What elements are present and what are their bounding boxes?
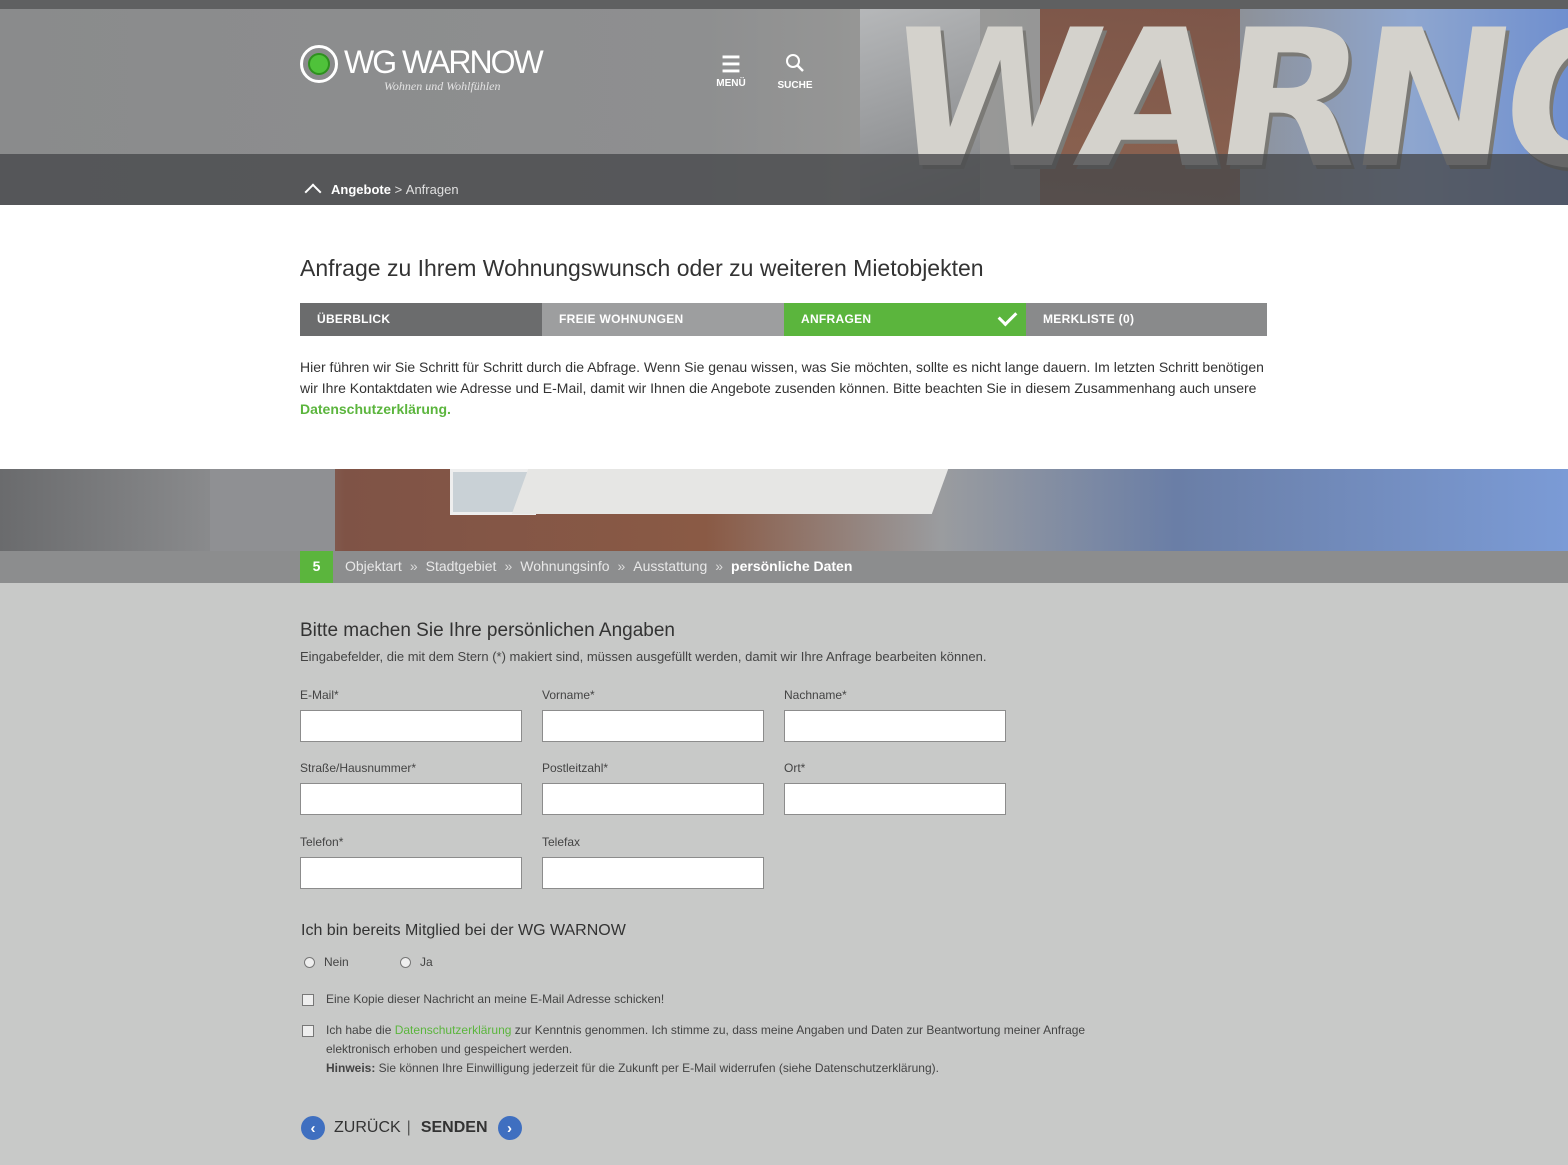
step-wohnungsinfo[interactable]: Wohnungsinfo bbox=[520, 558, 609, 574]
breadcrumb-current: Anfragen bbox=[405, 181, 459, 197]
privacy-link-inline[interactable]: Datenschutzerklärung bbox=[395, 1023, 512, 1037]
tab-label: ANFRAGEN bbox=[801, 312, 872, 326]
logo-icon bbox=[300, 45, 338, 83]
nachname-label: Nachname* bbox=[784, 688, 847, 702]
radio-label: Ja bbox=[420, 955, 433, 969]
tab-bar: ÜBERBLICK FREIE WOHNUNGEN ANFRAGEN MERKL… bbox=[300, 303, 1267, 336]
ort-field[interactable] bbox=[784, 783, 1006, 815]
page-title: Anfrage zu Ihrem Wohnungswunsch oder zu … bbox=[300, 255, 984, 281]
tab-anfragen[interactable]: ANFRAGEN bbox=[784, 303, 1026, 336]
email-field[interactable] bbox=[300, 710, 522, 742]
privacy-checkbox-label: Ich habe die Datenschutzerklärung zur Ke… bbox=[326, 1023, 1086, 1075]
hamburger-icon: ☰ bbox=[721, 52, 741, 77]
privacy-checkbox[interactable] bbox=[302, 1025, 314, 1037]
nachname-field[interactable] bbox=[784, 710, 1006, 742]
email-label: E-Mail* bbox=[300, 688, 339, 702]
header-hero: WARNO bbox=[0, 9, 1568, 205]
send-button[interactable]: SENDEN bbox=[421, 1119, 488, 1137]
logo[interactable]: WG WARNOW Wohnen und Wohlfühlen bbox=[300, 44, 544, 94]
copy-checkbox-label: Eine Kopie dieser Nachricht an meine E-M… bbox=[326, 992, 665, 1006]
plz-field[interactable] bbox=[542, 783, 764, 815]
hint-label: Hinweis: bbox=[326, 1061, 376, 1075]
building-image-band bbox=[0, 469, 1568, 551]
chevron-left-icon[interactable]: ‹ bbox=[301, 1116, 325, 1140]
form-subtitle: Eingabefelder, die mit dem Stern (*) mak… bbox=[300, 649, 987, 664]
plz-label: Postleitzahl* bbox=[542, 761, 609, 775]
copy-checkbox[interactable] bbox=[302, 994, 314, 1006]
radio-nein[interactable]: Nein bbox=[304, 955, 349, 969]
breadcrumb-parent[interactable]: Angebote bbox=[331, 182, 391, 197]
radio-button[interactable] bbox=[400, 956, 411, 968]
search-label: SUCHE bbox=[777, 80, 813, 91]
chevron-up-icon[interactable] bbox=[304, 183, 322, 201]
menu-label: MENÜ bbox=[716, 78, 746, 89]
vorname-field[interactable] bbox=[542, 710, 764, 742]
telefon-field[interactable] bbox=[300, 857, 522, 889]
action-divider: | bbox=[406, 1119, 411, 1136]
copy-checkbox-row[interactable]: Eine Kopie dieser Nachricht an meine E-M… bbox=[302, 990, 664, 1009]
intro-text: Hier führen wir Sie Schritt für Schritt … bbox=[300, 359, 1264, 417]
telefax-label: Telefax bbox=[542, 835, 581, 849]
tab-label: MERKLISTE (0) bbox=[1043, 312, 1135, 326]
breadcrumb-bar bbox=[0, 154, 1568, 205]
telefon-label: Telefon* bbox=[300, 835, 344, 849]
chevron-right-icon[interactable]: › bbox=[497, 1116, 522, 1140]
step-objektart[interactable]: Objektart bbox=[345, 558, 402, 574]
check-icon bbox=[997, 306, 1018, 327]
logo-name: WG WARNOW bbox=[344, 44, 544, 80]
intro-section bbox=[0, 205, 1568, 469]
top-bar bbox=[0, 0, 1568, 9]
tab-label: FREIE WOHNUNGEN bbox=[559, 312, 684, 326]
search-button[interactable]: SUCHE bbox=[770, 52, 820, 91]
tab-ueberblick[interactable]: ÜBERBLICK bbox=[300, 303, 542, 336]
tab-label: ÜBERBLICK bbox=[317, 312, 391, 326]
tab-merkliste[interactable]: MERKLISTE (0) bbox=[1026, 303, 1267, 336]
tab-freie-wohnungen[interactable]: FREIE WOHNUNGEN bbox=[542, 303, 784, 336]
logo-slogan: Wohnen und Wohlfühlen bbox=[384, 79, 501, 93]
privacy-link[interactable]: Datenschutzerklärung bbox=[300, 401, 447, 417]
search-icon bbox=[770, 52, 820, 80]
hint-text: Sie können Ihre Einwilligung jederzeit f… bbox=[375, 1061, 939, 1075]
privacy-checkbox-row[interactable]: Ich habe die Datenschutzerklärung zur Ke… bbox=[302, 1021, 1102, 1078]
radio-button[interactable] bbox=[304, 956, 315, 968]
breadcrumb: Angebote > Anfragen bbox=[303, 180, 459, 201]
form-actions: ‹ ZURÜCK | SENDEN › bbox=[301, 1116, 522, 1140]
menu-button[interactable]: ☰ MENÜ bbox=[706, 52, 756, 89]
step-number-badge: 5 bbox=[300, 551, 333, 583]
step-persoenliche-daten: persönliche Daten bbox=[731, 558, 853, 574]
step-ausstattung[interactable]: Ausstattung bbox=[633, 558, 707, 574]
ort-label: Ort* bbox=[784, 761, 806, 775]
telefax-field[interactable] bbox=[542, 857, 764, 889]
step-trail: Objektart » Stadtgebiet » Wohnungsinfo »… bbox=[345, 558, 853, 574]
breadcrumb-separator: > bbox=[390, 181, 406, 197]
strasse-label: Straße/Hausnummer* bbox=[300, 761, 417, 775]
vorname-label: Vorname* bbox=[542, 688, 595, 702]
strasse-field[interactable] bbox=[300, 783, 522, 815]
member-question: Ich bin bereits Mitglied bei der WG WARN… bbox=[301, 922, 626, 939]
radio-label: Nein bbox=[324, 955, 349, 969]
step-stadtgebiet[interactable]: Stadtgebiet bbox=[426, 558, 497, 574]
form-title: Bitte machen Sie Ihre persönlichen Angab… bbox=[300, 620, 675, 641]
radio-ja[interactable]: Ja bbox=[400, 955, 433, 969]
back-button[interactable]: ZURÜCK bbox=[334, 1119, 401, 1137]
